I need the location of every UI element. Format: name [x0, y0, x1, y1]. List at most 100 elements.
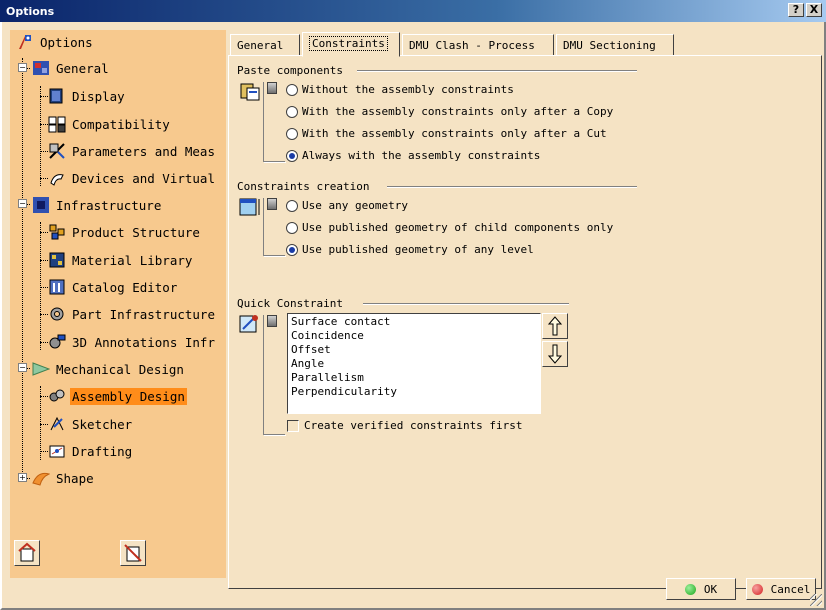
parameters-icon	[48, 142, 66, 160]
tree-item-shape[interactable]: Shape	[32, 468, 96, 488]
move-up-button[interactable]	[542, 313, 568, 339]
reset-icon	[18, 542, 36, 562]
drafting-icon	[48, 442, 66, 460]
reset-options-button[interactable]	[14, 540, 40, 566]
radio-button[interactable]	[286, 105, 298, 118]
arrow-down-icon	[548, 344, 562, 364]
arrow-up-icon	[548, 316, 562, 336]
tree-item-assembly-design[interactable]: Assembly Design	[48, 386, 187, 406]
general-collapse-toggle[interactable]: −	[18, 63, 27, 72]
move-down-button[interactable]	[542, 341, 568, 367]
tree-item-label: Drafting	[72, 443, 133, 459]
tree-item-label: Compatibility	[72, 116, 170, 132]
tree-item-catalog-editor[interactable]: Catalog Editor	[48, 277, 179, 297]
creation-option-child-components[interactable]: Use published geometry of child componen…	[286, 221, 613, 234]
paste-option-always[interactable]: Always with the assembly constraints	[286, 149, 540, 162]
tree-item-label: Infrastructure	[56, 197, 162, 213]
radio-button[interactable]	[286, 83, 298, 96]
radio-button[interactable]	[286, 149, 298, 162]
mechanical-design-icon	[32, 360, 51, 378]
list-item[interactable]: Offset	[291, 343, 537, 357]
quick-constraint-list[interactable]: Surface contact Coincidence Offset Angle…	[287, 313, 541, 414]
lock-icon	[267, 82, 277, 94]
tree-item-label: Parameters and Meas	[72, 143, 215, 159]
paste-components-icon	[239, 80, 261, 102]
tree-item-label: Shape	[56, 470, 94, 486]
tab-general[interactable]: General	[230, 34, 300, 56]
assembly-design-icon	[48, 387, 66, 405]
constraints-panel: Paste components Without the assembly co…	[228, 55, 822, 589]
general-icon	[32, 59, 50, 77]
tree-item-general[interactable]: General	[32, 58, 111, 78]
tree-item-label: Material Library	[72, 252, 193, 268]
tab-dmu-sectioning[interactable]: DMU Sectioning	[556, 34, 674, 56]
tree-item-material-library[interactable]: Material Library	[48, 250, 194, 270]
window-title: Options	[6, 5, 55, 18]
help-button[interactable]: ?	[788, 3, 804, 17]
lock-icon	[267, 198, 277, 210]
options-tree: − − − + Options General Display Compatib…	[10, 30, 226, 578]
list-item[interactable]: Parallelism	[291, 371, 537, 385]
tree-item-part-infrastructure[interactable]: Part Infrastructure	[48, 304, 217, 324]
paste-option-after-cut[interactable]: With the assembly constraints only after…	[286, 127, 607, 140]
tree-item-3d-annotations[interactable]: 3D Annotations Infr	[48, 332, 217, 352]
close-button[interactable]: X	[806, 3, 822, 17]
list-item[interactable]: Surface contact	[291, 315, 537, 329]
shape-expand-toggle[interactable]: +	[18, 473, 27, 482]
tree-item-compatibility[interactable]: Compatibility	[48, 114, 172, 134]
tree-item-label: Product Structure	[72, 224, 200, 240]
sketcher-icon	[48, 415, 66, 433]
radio-button[interactable]	[286, 127, 298, 140]
tab-constraints[interactable]: Constraints	[302, 32, 400, 57]
tree-item-product-structure[interactable]: Product Structure	[48, 222, 202, 242]
list-item[interactable]: Angle	[291, 357, 537, 371]
paste-option-after-copy[interactable]: With the assembly constraints only after…	[286, 105, 613, 118]
tree-item-label: Display	[72, 88, 125, 104]
mechanical-design-collapse-toggle[interactable]: −	[18, 363, 27, 372]
creation-option-any-level[interactable]: Use published geometry of any level	[286, 243, 534, 256]
tree-item-sketcher[interactable]: Sketcher	[48, 414, 134, 434]
lock-options-button[interactable]	[120, 540, 146, 566]
create-verified-first-checkbox[interactable]	[287, 419, 299, 432]
resize-grip[interactable]	[810, 594, 822, 606]
paste-option-without[interactable]: Without the assembly constraints	[286, 83, 514, 96]
options-icon	[16, 33, 34, 51]
tree-item-options[interactable]: Options	[16, 32, 95, 52]
tree-item-label: General	[56, 60, 109, 76]
ok-button[interactable]: OK	[666, 578, 736, 600]
tree-item-label: Sketcher	[72, 416, 133, 432]
compatibility-icon	[48, 115, 66, 133]
title-bar: Options ? X	[0, 0, 826, 22]
ok-icon	[684, 583, 696, 595]
constraints-creation-icon	[239, 196, 261, 218]
catalog-editor-icon	[48, 278, 66, 296]
tree-item-display[interactable]: Display	[48, 86, 127, 106]
devices-icon	[48, 169, 66, 187]
list-item[interactable]: Perpendicularity	[291, 385, 537, 399]
infrastructure-icon	[32, 196, 50, 214]
cancel-button[interactable]: Cancel	[746, 578, 816, 600]
tree-item-devices[interactable]: Devices and Virtual	[48, 168, 217, 188]
part-infrastructure-icon	[48, 305, 66, 323]
settings-lock-icon	[124, 544, 142, 562]
quick-constraint-icon	[239, 313, 261, 335]
radio-button[interactable]	[286, 199, 298, 212]
tree-item-mechanical-design[interactable]: Mechanical Design	[32, 359, 186, 379]
annotations-icon	[48, 333, 66, 351]
create-verified-first-checkbox-row[interactable]: Create verified constraints first	[287, 419, 523, 432]
tab-dmu-clash-process[interactable]: DMU Clash - Process	[402, 34, 554, 56]
tree-item-label: Part Infrastructure	[72, 306, 215, 322]
tree-item-label: Catalog Editor	[72, 279, 178, 295]
radio-button[interactable]	[286, 243, 298, 256]
radio-button[interactable]	[286, 221, 298, 234]
list-item[interactable]: Coincidence	[291, 329, 537, 343]
tree-item-parameters[interactable]: Parameters and Meas	[48, 141, 217, 161]
tree-item-drafting[interactable]: Drafting	[48, 441, 134, 461]
tree-item-infrastructure[interactable]: Infrastructure	[32, 195, 163, 215]
infrastructure-collapse-toggle[interactable]: −	[18, 199, 27, 208]
constraints-creation-title: Constraints creation	[237, 180, 370, 193]
product-structure-icon	[48, 223, 66, 241]
options-dialog: − − − + Options General Display Compatib…	[0, 22, 826, 610]
tree-item-label: Mechanical Design	[56, 361, 184, 377]
creation-option-any-geometry[interactable]: Use any geometry	[286, 199, 408, 212]
